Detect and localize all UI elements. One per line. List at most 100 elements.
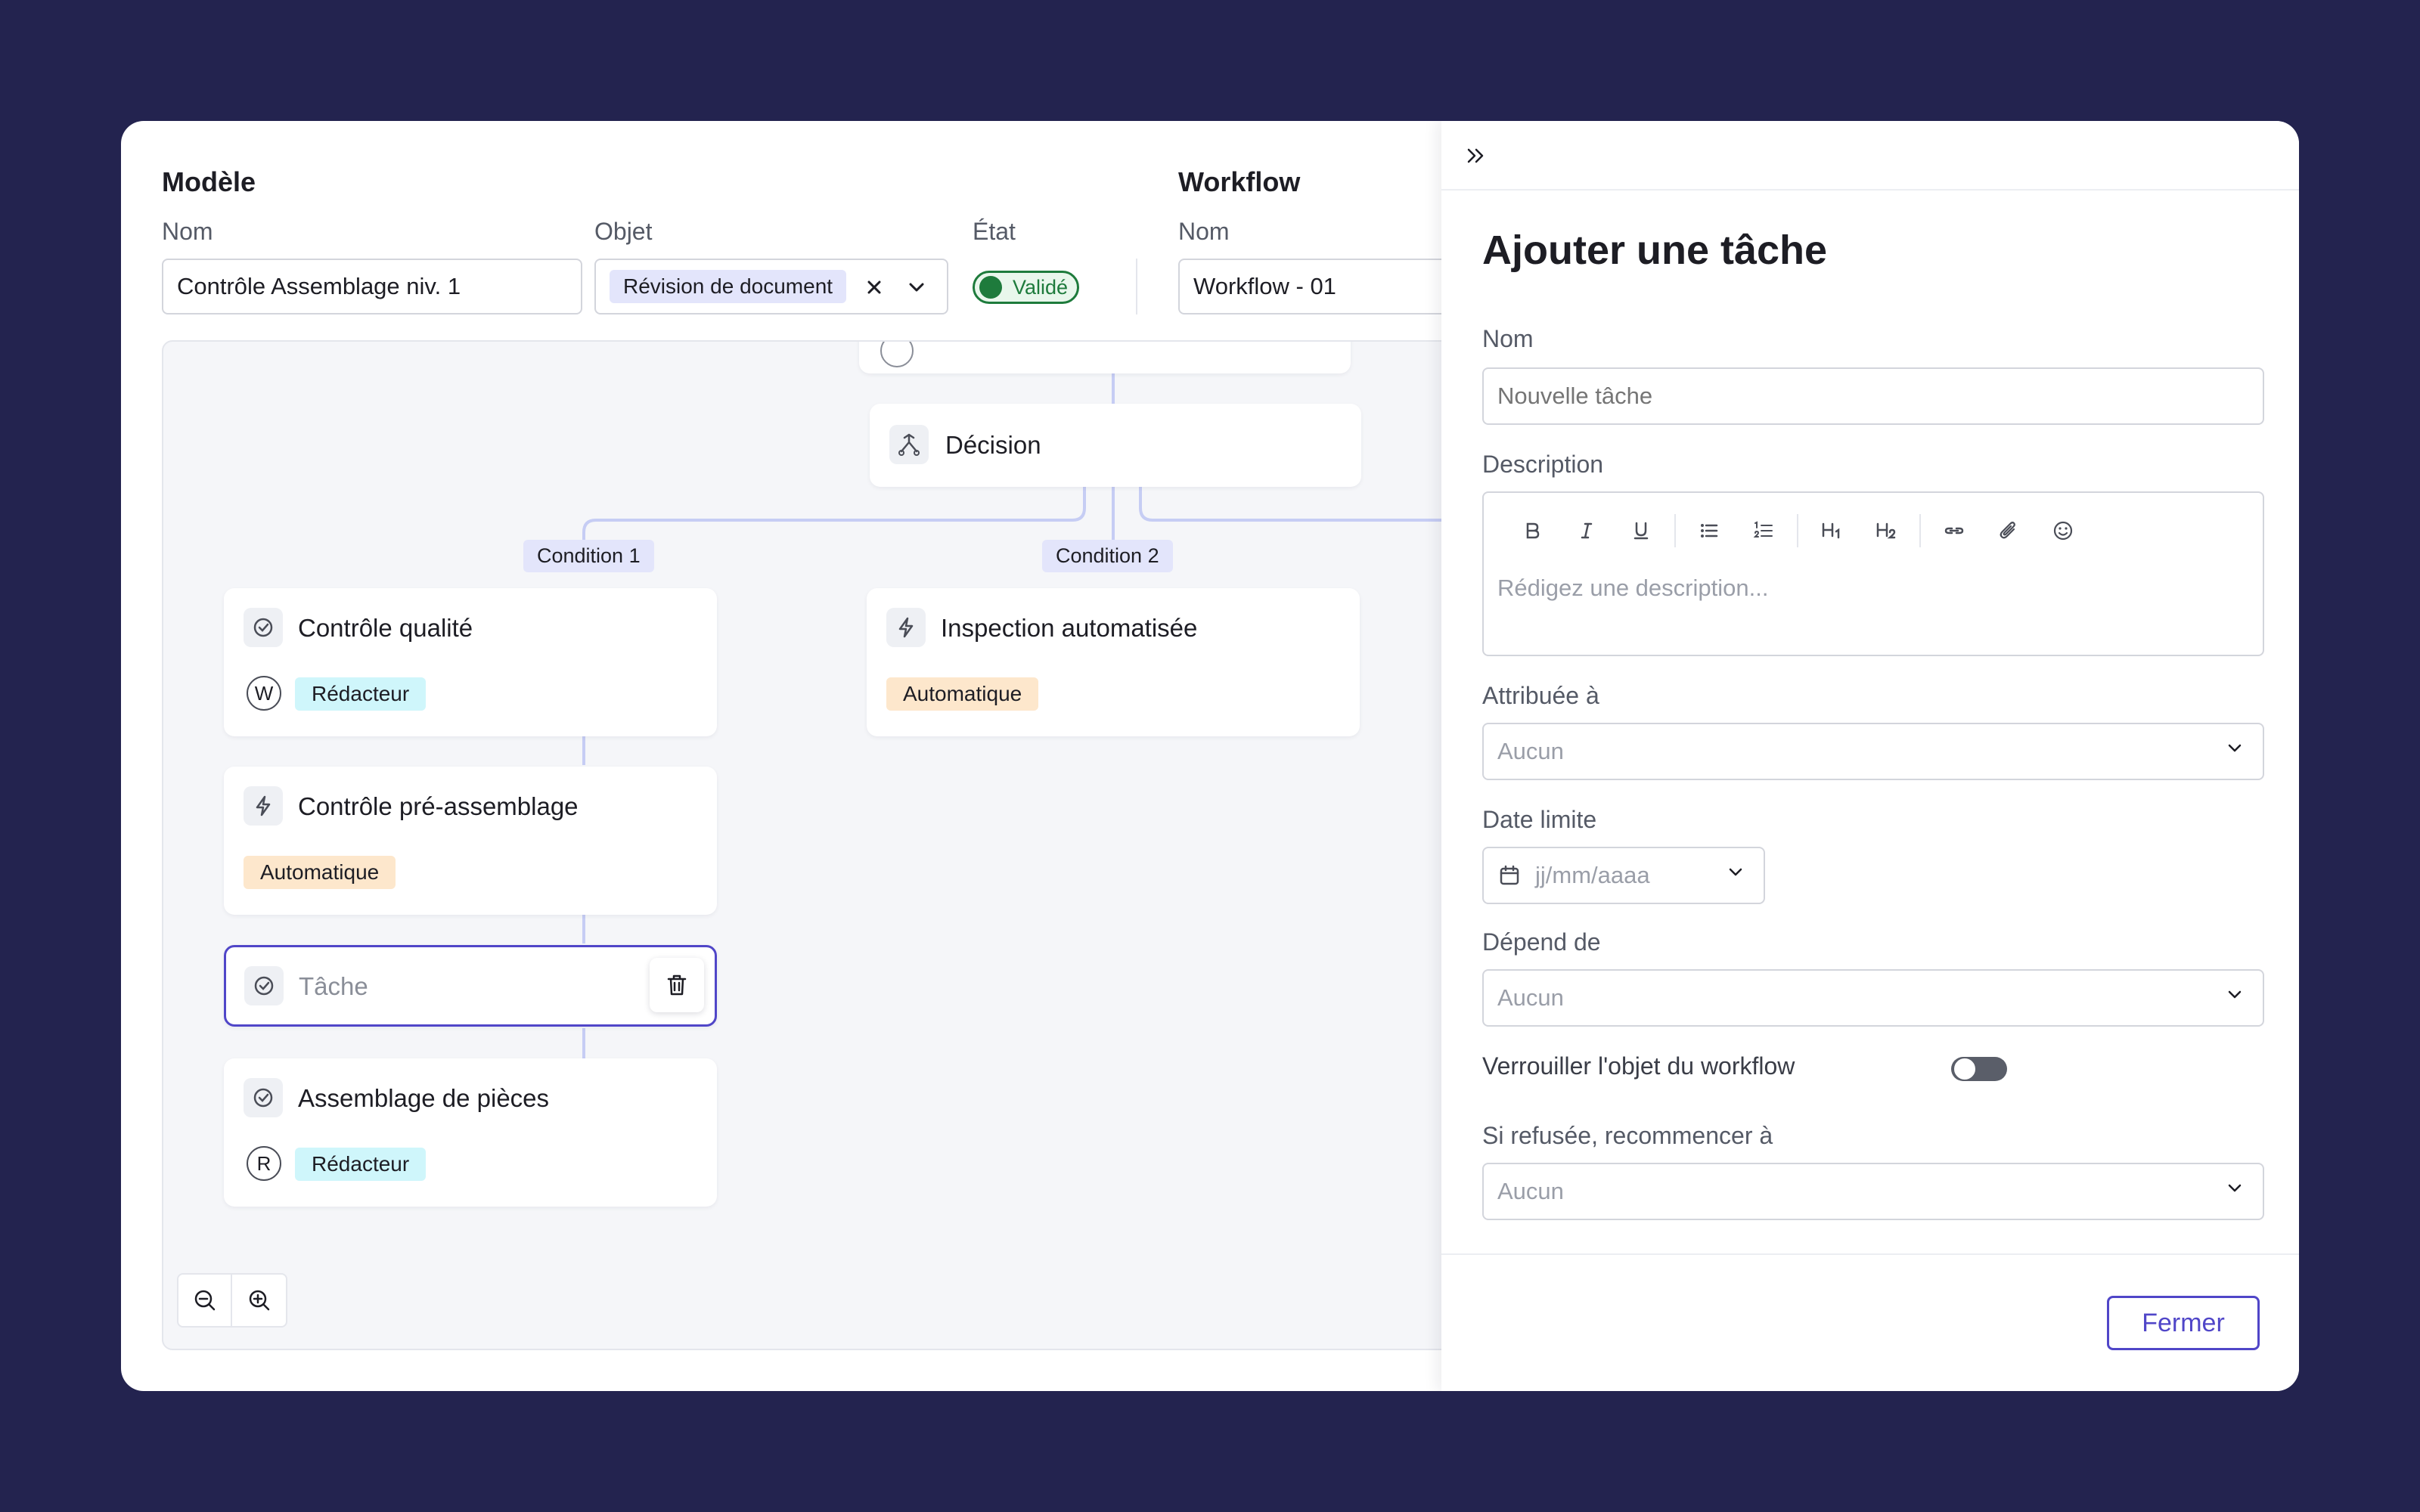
attachment-button[interactable] bbox=[1987, 510, 2030, 552]
chevron-down-icon bbox=[2223, 737, 2246, 766]
toolbar-separator bbox=[1674, 514, 1676, 547]
bullet-list-button[interactable] bbox=[1688, 510, 1730, 552]
objet-chip: Révision de document bbox=[610, 270, 847, 303]
lock-label: Verrouiller l'objet du workflow bbox=[1482, 1052, 1795, 1080]
depends-on-select[interactable]: Aucun bbox=[1482, 969, 2264, 1027]
status-text: Validé bbox=[1013, 275, 1069, 299]
restart-select[interactable]: Aucun bbox=[1482, 1163, 2264, 1220]
depends-on-value: Aucun bbox=[1497, 984, 1564, 1011]
decision-icon bbox=[889, 425, 929, 464]
numbered-list-icon bbox=[1753, 521, 1773, 538]
task-title: Contrôle qualité bbox=[298, 614, 473, 642]
workflow-canvas[interactable]: Décision Condition 1 Condition 2 Contrôl… bbox=[162, 340, 1568, 1350]
link-icon bbox=[1944, 527, 1964, 534]
avatar: R bbox=[247, 1146, 281, 1181]
zoom-out-icon bbox=[194, 1290, 215, 1311]
status-dot bbox=[979, 276, 1002, 299]
task-title: Assemblage de pièces bbox=[298, 1084, 550, 1112]
due-date-input[interactable]: jj/mm/aaaa bbox=[1482, 847, 1765, 904]
emoji-button[interactable] bbox=[2042, 510, 2084, 552]
node-card-partial[interactable] bbox=[859, 342, 1351, 373]
description-editor[interactable]: Rédigez une description... bbox=[1482, 491, 2264, 656]
etat-label: État bbox=[973, 218, 1016, 245]
task-card-new[interactable]: Tâche bbox=[224, 945, 717, 1027]
bold-icon bbox=[1526, 522, 1540, 539]
auto-tag: Automatique bbox=[886, 677, 1039, 711]
zoom-controls bbox=[177, 1273, 287, 1328]
task-card-assemblage-pieces[interactable]: Assemblage de pièces R Rédacteur bbox=[224, 1058, 717, 1207]
modele-nom-input[interactable]: Contrôle Assemblage niv. 1 bbox=[162, 259, 582, 314]
task-name-input[interactable] bbox=[1482, 367, 2264, 425]
panel-heading: Ajouter une tâche bbox=[1482, 228, 1828, 273]
task-card-controle-pre-assemblage[interactable]: Contrôle pré-assemblage Automatique bbox=[224, 767, 717, 915]
collapse-panel-button[interactable] bbox=[1463, 142, 1490, 173]
node-icon bbox=[880, 342, 914, 367]
workflow-nom-input[interactable]: Workflow - 01 bbox=[1178, 259, 1466, 314]
link-button[interactable] bbox=[1933, 510, 1975, 552]
underline-icon bbox=[1634, 522, 1649, 540]
toggle-knob bbox=[1953, 1057, 1977, 1081]
lightning-icon bbox=[244, 786, 283, 826]
paperclip-icon bbox=[2000, 522, 2015, 539]
modele-title: Modèle bbox=[162, 166, 256, 197]
decision-card[interactable]: Décision bbox=[870, 404, 1361, 487]
task-card-controle-qualite[interactable]: Contrôle qualité W Rédacteur bbox=[224, 588, 717, 736]
auto-tag: Automatique bbox=[244, 856, 396, 889]
description-label: Description bbox=[1482, 451, 1604, 478]
underline-button[interactable] bbox=[1620, 510, 1662, 552]
assignee-select[interactable]: Aucun bbox=[1482, 723, 2264, 780]
app-window: Modèle Nom Contrôle Assemblage niv. 1 Ob… bbox=[121, 121, 2299, 1391]
depend-label: Dépend de bbox=[1482, 928, 1601, 956]
italic-button[interactable] bbox=[1565, 510, 1608, 552]
chevron-down-icon[interactable] bbox=[904, 275, 929, 305]
zoom-out-button[interactable] bbox=[178, 1275, 233, 1326]
heading-1-button[interactable] bbox=[1810, 510, 1853, 552]
chevron-down-icon bbox=[2223, 1177, 2246, 1206]
refusee-label: Si refusée, recommencer à bbox=[1482, 1122, 1773, 1149]
heading-2-button[interactable] bbox=[1865, 510, 1907, 552]
trash-icon bbox=[667, 974, 687, 996]
delete-button[interactable] bbox=[650, 958, 704, 1012]
role-tag: Rédacteur bbox=[295, 1148, 427, 1181]
lock-toggle[interactable] bbox=[1951, 1057, 2007, 1081]
italic-icon bbox=[1581, 522, 1593, 539]
modele-nom-label: Nom bbox=[162, 218, 213, 245]
divider bbox=[1136, 259, 1137, 314]
decision-title: Décision bbox=[945, 431, 1041, 459]
task-card-inspection-automatisee[interactable]: Inspection automatisée Automatique bbox=[867, 588, 1360, 736]
heading-1-icon bbox=[1822, 522, 1840, 539]
panel-footer-divider bbox=[1441, 1253, 2299, 1255]
task-title: Tâche bbox=[299, 972, 368, 1000]
avatar: W bbox=[247, 676, 281, 711]
role-tag: Rédacteur bbox=[295, 677, 427, 711]
bold-button[interactable] bbox=[1511, 510, 1553, 552]
task-title: Contrôle pré-assemblage bbox=[298, 792, 579, 820]
close-button[interactable]: Fermer bbox=[2107, 1296, 2260, 1350]
bullet-list-icon bbox=[1701, 524, 1718, 538]
modele-nom-value: Contrôle Assemblage niv. 1 bbox=[177, 273, 461, 299]
lightning-icon bbox=[886, 608, 926, 647]
toolbar-separator bbox=[1919, 514, 1921, 547]
date-placeholder: jj/mm/aaaa bbox=[1535, 862, 1650, 888]
condition-1-label: Condition 1 bbox=[523, 540, 654, 572]
zoom-in-button[interactable] bbox=[232, 1275, 286, 1326]
attribuee-label: Attribuée à bbox=[1482, 682, 1599, 709]
zoom-in-icon bbox=[249, 1290, 269, 1311]
assignee-value: Aucun bbox=[1497, 738, 1564, 764]
description-placeholder: Rédigez une description... bbox=[1497, 575, 1769, 601]
double-chevron-right-icon bbox=[1467, 148, 1484, 163]
check-circle-icon bbox=[244, 1078, 283, 1117]
add-task-panel: Ajouter une tâche Nom Description Rédige… bbox=[1441, 121, 2299, 1391]
calendar-icon bbox=[1497, 863, 1522, 888]
condition-2-label: Condition 2 bbox=[1042, 540, 1173, 572]
smiley-icon bbox=[2053, 521, 2073, 541]
restart-value: Aucun bbox=[1497, 1178, 1564, 1204]
workflow-nom-value: Workflow - 01 bbox=[1193, 273, 1336, 299]
objet-select[interactable]: Révision de document bbox=[594, 259, 948, 314]
clear-icon[interactable] bbox=[862, 275, 886, 305]
numbered-list-button[interactable] bbox=[1742, 510, 1785, 552]
workflow-title: Workflow bbox=[1178, 166, 1301, 197]
date-label: Date limite bbox=[1482, 806, 1597, 833]
check-circle-icon bbox=[244, 608, 283, 647]
editor-toolbar bbox=[1511, 510, 2096, 552]
